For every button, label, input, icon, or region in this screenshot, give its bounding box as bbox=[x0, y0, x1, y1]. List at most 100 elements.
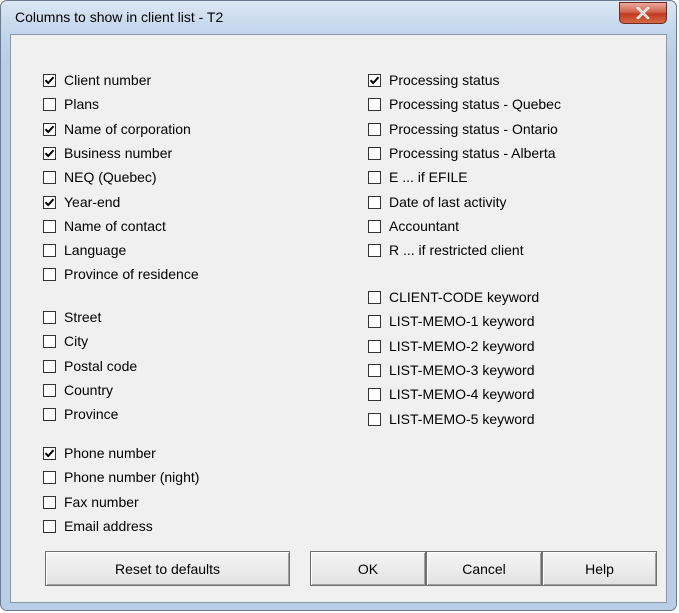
checkbox-box[interactable] bbox=[368, 412, 381, 426]
checkbox-processing-status-quebec[interactable]: Processing status - Quebec bbox=[368, 94, 561, 114]
checkbox-label: Date of last activity bbox=[389, 194, 507, 210]
checkbox-phone-number[interactable]: Phone number bbox=[43, 443, 156, 463]
checkbox-box[interactable] bbox=[43, 243, 56, 257]
checkbox-box[interactable] bbox=[368, 122, 381, 136]
checkbox-box[interactable] bbox=[43, 146, 56, 160]
checkbox-label: Processing status - Ontario bbox=[389, 121, 558, 137]
checkbox-province-of-residence[interactable]: Province of residence bbox=[43, 264, 199, 284]
checkbox-label: Accountant bbox=[389, 218, 460, 234]
checkbox-label: NEQ (Quebec) bbox=[64, 169, 157, 185]
ok-button[interactable]: OK bbox=[310, 551, 426, 586]
checkbox-box[interactable] bbox=[43, 359, 56, 373]
checkbox-label: Country bbox=[64, 382, 114, 398]
checkbox-client-code-keyword[interactable]: CLIENT-CODE keyword bbox=[368, 287, 539, 307]
title-bar[interactable]: Columns to show in client list - T2 bbox=[1, 1, 676, 35]
checkbox-name-of-corporation[interactable]: Name of corporation bbox=[43, 119, 191, 139]
checkbox-list-memo-4-keyword[interactable]: LIST-MEMO-4 keyword bbox=[368, 384, 534, 404]
checkbox-country[interactable]: Country bbox=[43, 380, 113, 400]
checkbox-accountant[interactable]: Accountant bbox=[368, 216, 459, 236]
checkbox-fax-number[interactable]: Fax number bbox=[43, 492, 139, 512]
checkbox-neq-quebec[interactable]: NEQ (Quebec) bbox=[43, 167, 157, 187]
checkbox-box[interactable] bbox=[368, 339, 381, 353]
checkbox-language[interactable]: Language bbox=[43, 240, 126, 260]
checkbox-box[interactable] bbox=[43, 334, 56, 348]
checkbox-box[interactable] bbox=[368, 219, 381, 233]
checkbox-list-memo-1-keyword[interactable]: LIST-MEMO-1 keyword bbox=[368, 311, 534, 331]
checkbox-label: Phone number (night) bbox=[64, 469, 200, 485]
checkbox-city[interactable]: City bbox=[43, 331, 88, 351]
checkbox-label: LIST-MEMO-1 keyword bbox=[389, 313, 535, 329]
checkbox-box[interactable] bbox=[368, 290, 381, 304]
checkbox-label: Postal code bbox=[64, 358, 138, 374]
checkbox-plans[interactable]: Plans bbox=[43, 94, 99, 114]
checkbox-box[interactable] bbox=[368, 170, 381, 184]
checkbox-box[interactable] bbox=[43, 470, 56, 484]
checkbox-email-address[interactable]: Email address bbox=[43, 516, 153, 536]
checkbox-label: LIST-MEMO-2 keyword bbox=[389, 338, 535, 354]
checkbox-box[interactable] bbox=[368, 73, 381, 87]
checkbox-box[interactable] bbox=[43, 446, 56, 460]
checkbox-label: Name of corporation bbox=[64, 121, 191, 137]
checkbox-label: LIST-MEMO-5 keyword bbox=[389, 411, 535, 427]
checkbox-business-number[interactable]: Business number bbox=[43, 143, 172, 163]
checkbox-label: LIST-MEMO-3 keyword bbox=[389, 362, 535, 378]
window-title: Columns to show in client list - T2 bbox=[15, 9, 224, 25]
checkbox-box[interactable] bbox=[43, 267, 56, 281]
checkbox-box[interactable] bbox=[368, 387, 381, 401]
checkbox-label: Business number bbox=[64, 145, 173, 161]
checkbox-box[interactable] bbox=[43, 195, 56, 209]
checkbox-box[interactable] bbox=[368, 363, 381, 377]
checkbox-box[interactable] bbox=[368, 314, 381, 328]
checkbox-box[interactable] bbox=[43, 310, 56, 324]
checkmark-icon bbox=[44, 76, 55, 84]
checkbox-box[interactable] bbox=[43, 495, 56, 509]
cancel-button[interactable]: Cancel bbox=[426, 551, 542, 586]
checkbox-box[interactable] bbox=[43, 73, 56, 87]
checkbox-box[interactable] bbox=[368, 146, 381, 160]
checkbox-client-number[interactable]: Client number bbox=[43, 70, 151, 90]
checkbox-label: R ... if restricted client bbox=[389, 242, 524, 258]
checkmark-icon bbox=[44, 198, 55, 206]
checkbox-box[interactable] bbox=[43, 219, 56, 233]
checkbox-label: Fax number bbox=[64, 494, 139, 510]
checkbox-box[interactable] bbox=[43, 170, 56, 184]
checkbox-list-memo-5-keyword[interactable]: LIST-MEMO-5 keyword bbox=[368, 409, 534, 429]
checkbox-box[interactable] bbox=[368, 243, 381, 257]
checkbox-province[interactable]: Province bbox=[43, 404, 118, 424]
checkbox-box[interactable] bbox=[43, 122, 56, 136]
checkbox-date-of-last-activity[interactable]: Date of last activity bbox=[368, 192, 507, 212]
checkbox-year-end[interactable]: Year-end bbox=[43, 192, 120, 212]
checkbox-box[interactable] bbox=[43, 407, 56, 421]
checkmark-icon bbox=[44, 449, 55, 457]
checkbox-list-memo-2-keyword[interactable]: LIST-MEMO-2 keyword bbox=[368, 336, 534, 356]
checkbox-label: Email address bbox=[64, 518, 153, 534]
checkbox-box[interactable] bbox=[43, 519, 56, 533]
checkbox-label: City bbox=[64, 333, 89, 349]
checkbox-box[interactable] bbox=[368, 195, 381, 209]
checkbox-box[interactable] bbox=[43, 97, 56, 111]
checkmark-icon bbox=[369, 76, 380, 84]
checkbox-label: Phone number bbox=[64, 445, 156, 461]
reset-to-defaults-button[interactable]: Reset to defaults bbox=[45, 551, 290, 586]
checkmark-icon bbox=[44, 125, 55, 133]
checkbox-street[interactable]: Street bbox=[43, 307, 101, 327]
checkbox-processing-status-ontario[interactable]: Processing status - Ontario bbox=[368, 119, 558, 139]
checkbox-r-if-restricted-client[interactable]: R ... if restricted client bbox=[368, 240, 524, 260]
checkbox-processing-status[interactable]: Processing status bbox=[368, 70, 500, 90]
checkbox-phone-number-night[interactable]: Phone number (night) bbox=[43, 467, 199, 487]
checkbox-box[interactable] bbox=[368, 97, 381, 111]
help-button[interactable]: Help bbox=[542, 551, 657, 586]
checkbox-name-of-contact[interactable]: Name of contact bbox=[43, 216, 166, 236]
checkbox-label: Processing status - Alberta bbox=[389, 145, 556, 161]
checkbox-label: Province bbox=[64, 406, 119, 422]
checkbox-postal-code[interactable]: Postal code bbox=[43, 356, 137, 376]
checkbox-list-memo-3-keyword[interactable]: LIST-MEMO-3 keyword bbox=[368, 360, 534, 380]
checkbox-processing-status-alberta[interactable]: Processing status - Alberta bbox=[368, 143, 556, 163]
checkbox-box[interactable] bbox=[43, 383, 56, 397]
checkbox-label: Name of contact bbox=[64, 218, 166, 234]
checkbox-e-if-efile[interactable]: E ... if EFILE bbox=[368, 167, 468, 187]
dialog-body: Client number Plans Name of corporation Bus… bbox=[10, 34, 667, 603]
close-x-icon bbox=[636, 7, 650, 19]
close-button[interactable] bbox=[619, 2, 667, 24]
checkbox-label: Processing status - Quebec bbox=[389, 96, 561, 112]
